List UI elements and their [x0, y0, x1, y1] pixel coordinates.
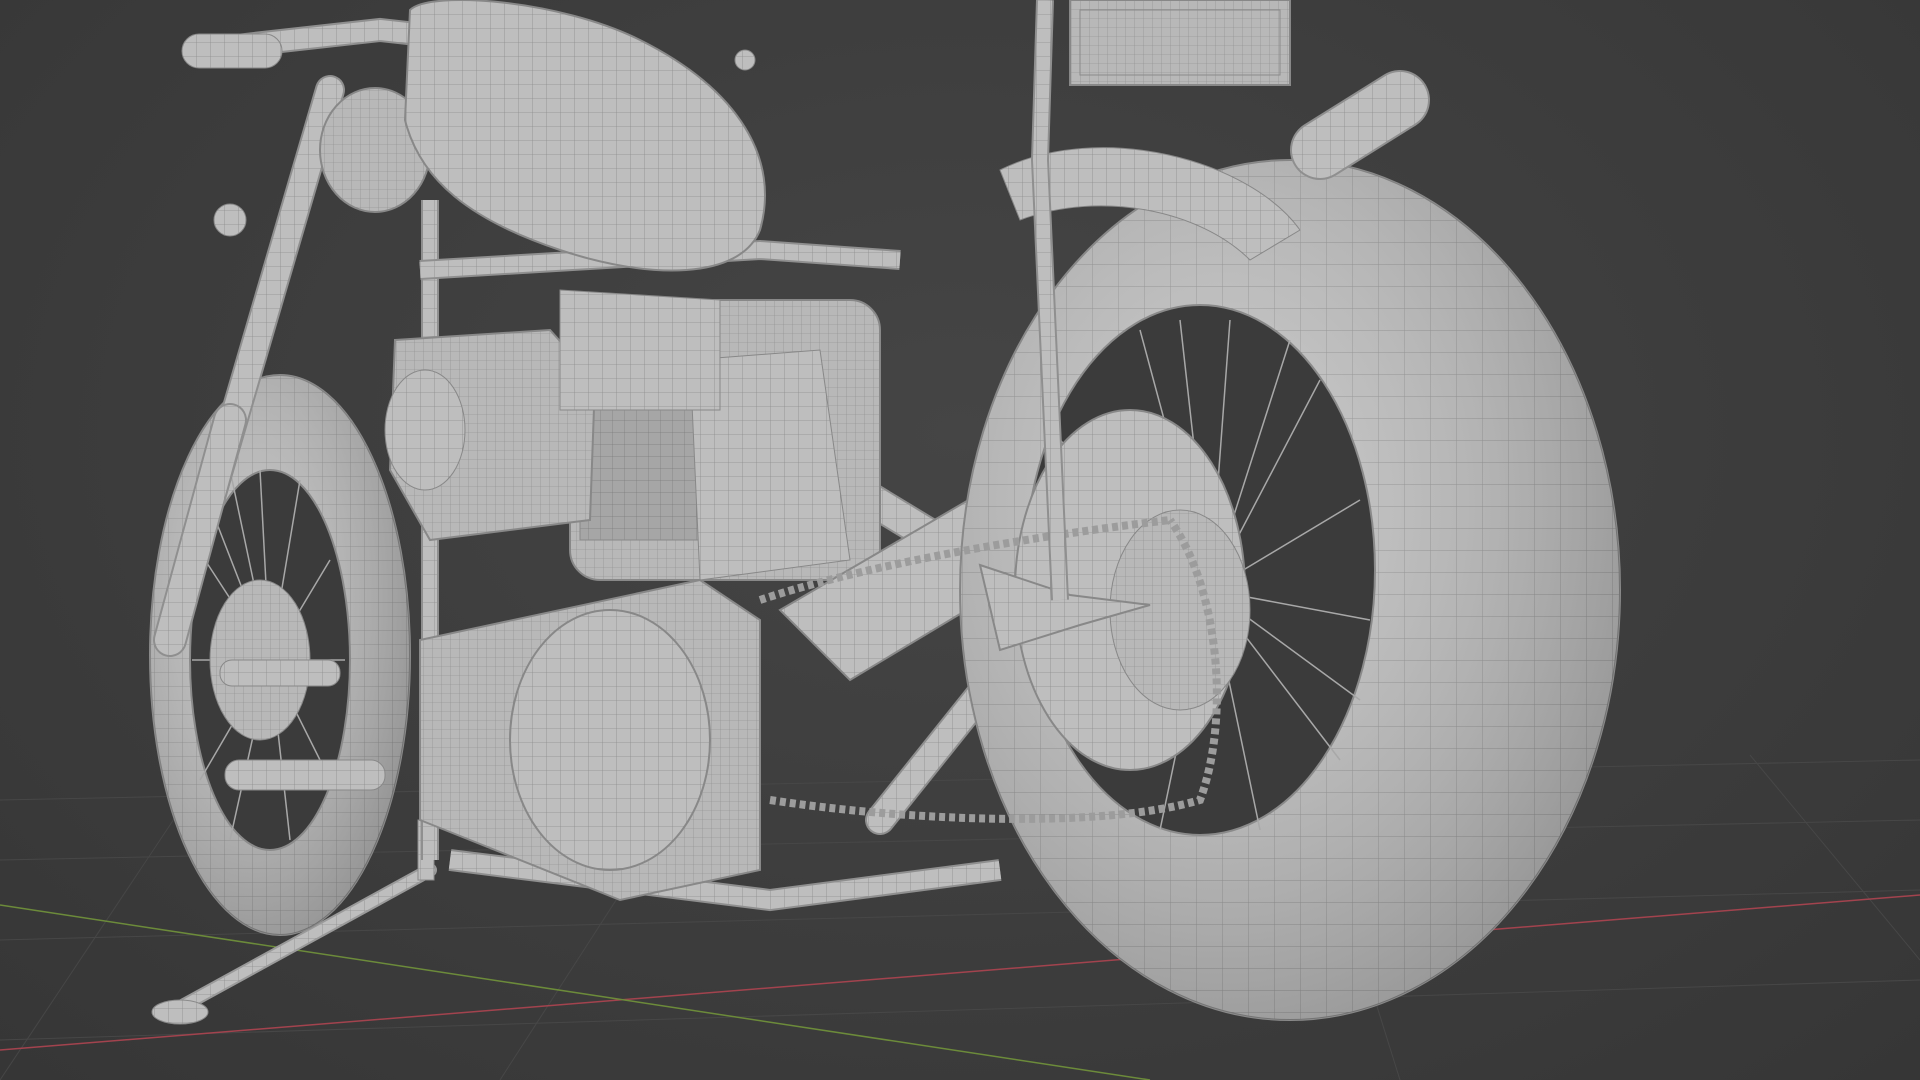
front-wheel[interactable]: [149, 374, 411, 936]
fuel-tank[interactable]: [403, 0, 766, 272]
3d-viewport[interactable]: [0, 0, 1920, 1080]
exhaust-pipe[interactable]: [1290, 70, 1430, 180]
license-plate[interactable]: [1069, 0, 1291, 86]
y-axis-line: [0, 904, 1151, 1080]
viewport-scene[interactable]: [0, 0, 1920, 1080]
